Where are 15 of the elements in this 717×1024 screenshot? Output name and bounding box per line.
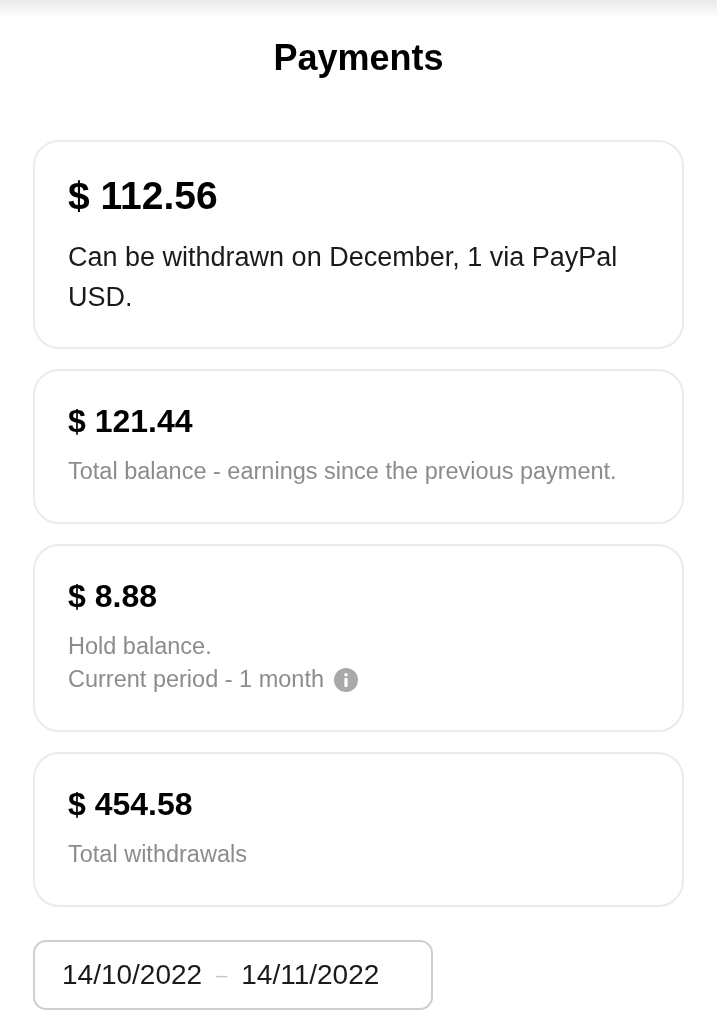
end-date: 14/11/2022 [241, 958, 380, 992]
info-icon[interactable] [334, 667, 358, 692]
page-title: Payments [273, 36, 444, 80]
start-date: 14/10/2022 [62, 958, 203, 992]
amount-text: $ 121.44 [68, 403, 194, 439]
date-separator: – [216, 963, 228, 988]
description-text: Can be withdrawn on December, 1 via PayPal USD. [68, 241, 619, 314]
description-text: Total balance - earnings since the previous payment. [68, 457, 617, 486]
description-text: Total withdrawals [68, 840, 247, 869]
description-text: Hold balance. [68, 632, 212, 661]
amount-text: $ 112.56 [68, 174, 219, 218]
amount-text: $ 8.88 [68, 578, 158, 614]
date-range-field[interactable]: 14/10/2022 – 14/11/2022 [33, 940, 433, 1010]
amount-text: $ 454.58 [68, 786, 194, 822]
description-text: Current period - 1 month [68, 665, 324, 694]
